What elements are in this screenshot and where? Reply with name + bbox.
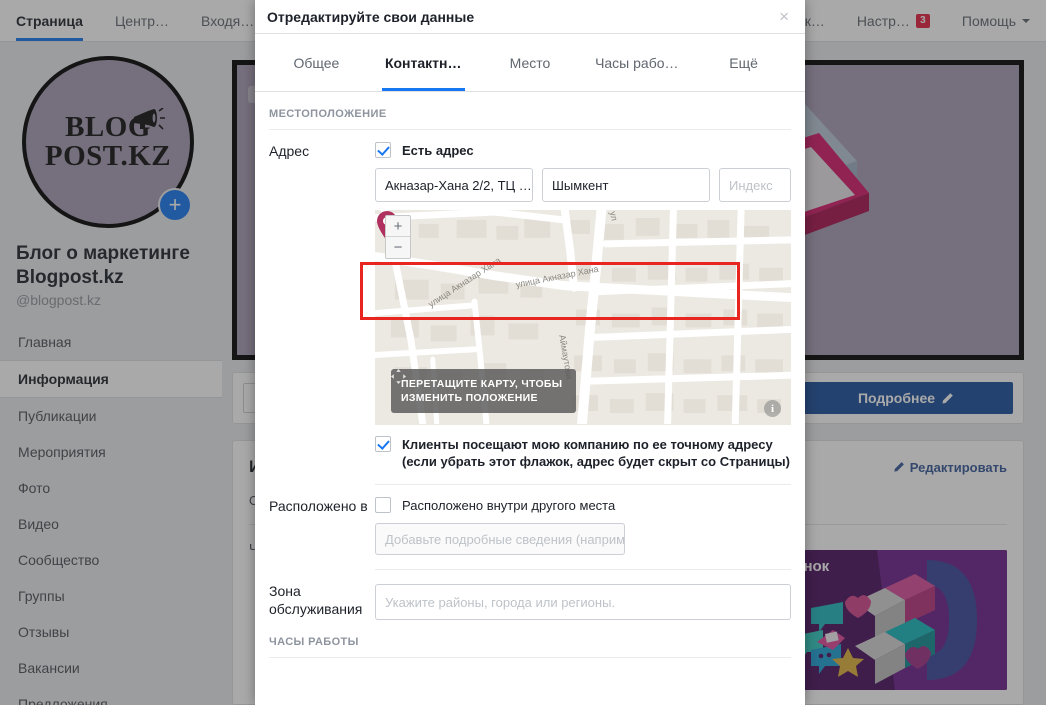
zoom-in-button[interactable]: + [386, 216, 410, 237]
hours-section-heading: ЧАСЫ РАБОТЫ [269, 620, 791, 658]
modal-tab-bar: Общее Контактн… Место Часы рабо… Ещё [255, 34, 805, 92]
map-drag-hint-text: ПЕРЕТАЩИТЕ КАРТУ, ЧТОБЫ ИЗМЕНИТЬ ПОЛОЖЕН… [401, 377, 562, 405]
tab-label: Часы рабо… [595, 54, 679, 71]
located-in-checkbox[interactable] [375, 497, 391, 513]
has-address-checkbox[interactable] [375, 142, 391, 158]
tab-label: Общее [293, 54, 340, 71]
service-area-row: Зона обслуживания Укажите районы, города… [269, 570, 791, 620]
address-field-group: Есть адрес Акназар-Хана 2/2, ТЦ … Шымкен… [375, 142, 791, 485]
located-in-checkbox-line: Расположено внутри другого места [375, 497, 791, 514]
tab-label: Контактн… [384, 54, 462, 71]
drag-hint-line2: ИЗМЕНИТЬ ПОЛОЖЕНИЕ [401, 392, 538, 404]
located-in-row: Расположено в Расположено внутри другого… [269, 485, 791, 570]
located-in-checkbox-label: Расположено внутри другого места [402, 498, 616, 513]
has-address-line: Есть адрес [375, 142, 791, 159]
service-area-label: Зона обслуживания [269, 583, 363, 617]
address-label: Адрес [269, 143, 310, 159]
exact-address-label: Клиенты посещают мою компанию по ее точн… [402, 437, 790, 469]
zip-input[interactable]: Индекс [719, 168, 791, 202]
map-zoom-controls[interactable]: + − [385, 215, 411, 259]
service-area-field-group: Укажите районы, города или регионы. [375, 582, 791, 620]
tab-location[interactable]: Место [477, 34, 584, 91]
location-section-heading: МЕСТОПОЛОЖЕНИЕ [269, 92, 791, 130]
section-divider [375, 484, 791, 485]
exact-address-checkbox[interactable] [375, 436, 391, 452]
tab-contact[interactable]: Контактн… [370, 34, 477, 91]
modal-body: МЕСТОПОЛОЖЕНИЕ Адрес Есть адрес Акназар-… [255, 92, 805, 705]
tab-hours[interactable]: Часы рабо… [583, 34, 690, 91]
map-drag-hint: ПЕРЕТАЩИТЕ КАРТУ, ЧТОБЫ ИЗМЕНИТЬ ПОЛОЖЕН… [391, 369, 577, 413]
app-root: Страница Центр… Входя… …к… Настр… 3 Помо… [0, 0, 1046, 705]
location-map[interactable]: улица Акназар Хана улица Акназар Хана Ай… [375, 210, 791, 425]
modal-header: Отредактируйте свои данные × [255, 0, 805, 34]
address-inputs-row: Акназар-Хана 2/2, ТЦ … Шымкент Индекс [375, 168, 791, 202]
edit-details-modal: Отредактируйте свои данные × Общее Конта… [255, 0, 805, 705]
has-address-label: Есть адрес [402, 143, 474, 158]
section-divider [375, 569, 791, 570]
tab-label: Место [509, 54, 551, 71]
drag-hint-line1: ПЕРЕТАЩИТЕ КАРТУ, ЧТОБЫ [401, 378, 563, 390]
modal-title: Отредактируйте свои данные [267, 8, 475, 25]
service-area-input[interactable]: Укажите районы, города или регионы. [375, 584, 791, 620]
street-label: ул [608, 210, 620, 221]
located-in-label: Расположено в [269, 498, 368, 514]
tab-more[interactable]: Ещё [690, 34, 797, 91]
exact-address-visit-row: Клиенты посещают мою компанию по ее точн… [375, 436, 791, 470]
close-icon[interactable]: × [775, 6, 793, 27]
tab-general[interactable]: Общее [263, 34, 370, 91]
zoom-out-button[interactable]: − [386, 237, 410, 258]
city-input[interactable]: Шымкент [542, 168, 710, 202]
move-icon [391, 369, 406, 384]
address-row: Адрес Есть адрес Акназар-Хана 2/2, ТЦ … … [269, 130, 791, 485]
info-icon[interactable]: i [764, 400, 781, 417]
located-in-detail-input[interactable]: Добавьте подробные сведения (например, [375, 523, 625, 555]
street-input[interactable]: Акназар-Хана 2/2, ТЦ … [375, 168, 533, 202]
tab-label: Ещё [729, 54, 758, 71]
located-in-field-group: Расположено внутри другого места Добавьт… [375, 497, 791, 570]
